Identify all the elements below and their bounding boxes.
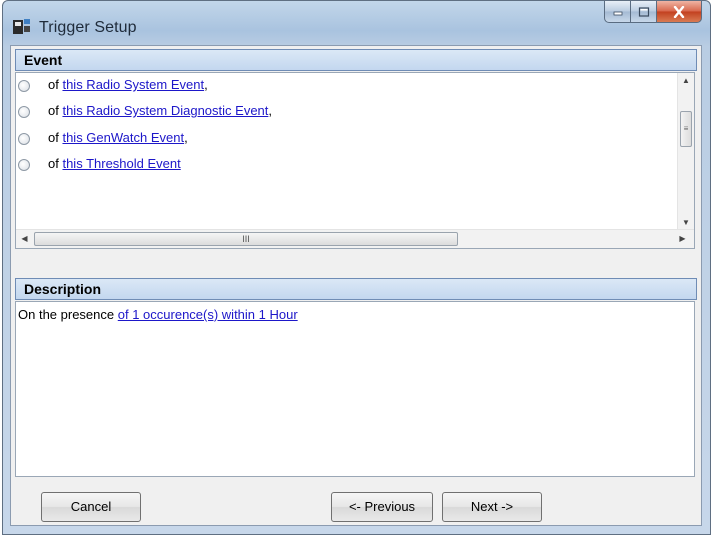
scroll-left-arrow-icon[interactable]: ◀ bbox=[16, 230, 33, 248]
description-panel: On the presence of 1 occurence(s) within… bbox=[15, 301, 695, 477]
window-title: Trigger Setup bbox=[39, 19, 137, 36]
event-link-genwatch[interactable]: this GenWatch Event bbox=[62, 130, 184, 145]
dialog-client-area: Event of this Radio System Event, of thi… bbox=[10, 45, 702, 526]
scroll-up-arrow-icon[interactable]: ▲ bbox=[678, 73, 694, 89]
event-item-suffix: , bbox=[268, 103, 273, 118]
scroll-right-arrow-icon[interactable]: ▶ bbox=[674, 230, 691, 248]
close-icon bbox=[673, 5, 685, 18]
maximize-button[interactable] bbox=[631, 1, 657, 23]
trigger-setup-window: Trigger Setup Event of this Radio System… bbox=[2, 0, 711, 535]
horizontal-scrollbar[interactable]: ◀ III ▶ bbox=[16, 229, 694, 248]
event-item-suffix: , bbox=[184, 130, 188, 145]
horizontal-scroll-thumb[interactable]: III bbox=[34, 232, 458, 246]
previous-button[interactable]: <- Previous bbox=[331, 492, 433, 522]
vertical-scroll-thumb[interactable]: ≡ bbox=[680, 111, 692, 147]
event-radio-button[interactable] bbox=[18, 133, 30, 145]
event-item-prefix: of bbox=[48, 130, 59, 145]
event-item-prefix: of bbox=[48, 77, 59, 92]
title-bar[interactable]: Trigger Setup bbox=[3, 1, 710, 45]
event-radio-button[interactable] bbox=[18, 80, 30, 92]
event-link-radio-system[interactable]: this Radio System Event bbox=[62, 77, 204, 92]
description-prefix: On the presence bbox=[18, 307, 115, 322]
event-link-radio-system-diagnostic[interactable]: this Radio System Diagnostic Event bbox=[62, 103, 268, 118]
vertical-scrollbar[interactable]: ▲ ≡ ▼ bbox=[677, 73, 694, 231]
minimize-icon bbox=[613, 11, 622, 15]
event-item-prefix: of bbox=[48, 103, 59, 118]
event-radio-button[interactable] bbox=[18, 106, 30, 118]
description-occurrence-link[interactable]: of 1 occurence(s) within 1 Hour bbox=[118, 307, 298, 322]
app-icon bbox=[13, 19, 30, 34]
cancel-button[interactable]: Cancel bbox=[41, 492, 141, 522]
event-item-suffix: , bbox=[204, 77, 208, 92]
event-section-header: Event bbox=[15, 49, 697, 71]
maximize-icon bbox=[638, 6, 649, 17]
minimize-button[interactable] bbox=[604, 1, 631, 23]
next-button[interactable]: Next -> bbox=[442, 492, 542, 522]
description-section-header: Description bbox=[15, 278, 697, 300]
event-list: of this Radio System Event, of this Radi… bbox=[15, 72, 695, 249]
close-button[interactable] bbox=[657, 1, 702, 23]
event-radio-button[interactable] bbox=[18, 159, 30, 171]
event-item-prefix: of bbox=[48, 156, 59, 171]
event-link-threshold[interactable]: this Threshold Event bbox=[62, 156, 180, 171]
